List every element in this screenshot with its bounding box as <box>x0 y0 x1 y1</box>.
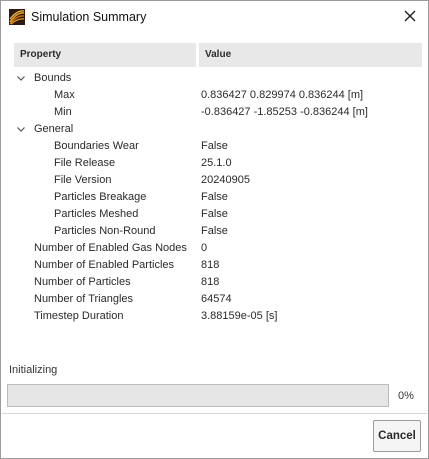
property-label: Number of Triangles <box>34 293 134 305</box>
tree-group-row[interactable]: Bounds <box>14 70 422 87</box>
status-label: Initializing <box>9 364 58 376</box>
table-body: Bounds Max 0.836427 0.829974 0.836244 [m] M… <box>14 70 422 325</box>
progress-bar <box>7 384 389 407</box>
footer-divider <box>2 413 427 414</box>
properties-table: Property Value Bounds Max 0.836427 0.82997… <box>14 43 422 325</box>
property-label: Number of Enabled Particles <box>34 259 175 271</box>
property-value: False <box>201 140 228 152</box>
table-header: Property Value <box>14 43 422 67</box>
cancel-button[interactable]: Cancel <box>373 420 421 452</box>
column-header-value[interactable]: Value <box>199 43 422 67</box>
table-row[interactable]: Boundaries Wear False <box>14 138 422 155</box>
table-row[interactable]: Particles Non-Round False <box>14 223 422 240</box>
table-row[interactable]: Number of Enabled Gas Nodes 0 <box>14 240 422 257</box>
table-row[interactable]: Number of Particles 818 <box>14 274 422 291</box>
close-icon <box>404 10 416 22</box>
table-row[interactable]: Min -0.836427 -1.85253 -0.836244 [m] <box>14 104 422 121</box>
chevron-down-icon[interactable] <box>16 70 26 87</box>
chevron-down-icon[interactable] <box>16 121 26 138</box>
property-value: 0 <box>201 242 208 254</box>
table-row[interactable]: Particles Meshed False <box>14 206 422 223</box>
property-value: 25.1.0 <box>201 157 232 169</box>
property-value: 3.88159e-05 [s] <box>201 310 278 322</box>
property-label: Timestep Duration <box>34 310 124 322</box>
table-row[interactable]: File Release 25.1.0 <box>14 155 422 172</box>
property-label: Bounds <box>34 72 72 84</box>
window-title: Simulation Summary <box>31 10 147 24</box>
property-value: 20240905 <box>201 174 250 186</box>
table-row[interactable]: Max 0.836427 0.829974 0.836244 [m] <box>14 87 422 104</box>
property-value: False <box>201 225 228 237</box>
progress-percent: 0% <box>398 390 414 402</box>
property-label: Boundaries Wear <box>54 140 139 152</box>
property-value: 818 <box>201 276 220 288</box>
property-label: Particles Breakage <box>54 191 147 203</box>
tree-group-row[interactable]: General <box>14 121 422 138</box>
table-row[interactable]: Number of Enabled Particles 818 <box>14 257 422 274</box>
title-bar: Simulation Summary <box>1 1 428 33</box>
property-label: Min <box>54 106 72 118</box>
close-button[interactable] <box>396 3 424 29</box>
property-label: Particles Non-Round <box>54 225 156 237</box>
property-label: File Release <box>54 157 116 169</box>
property-value: 818 <box>201 259 220 271</box>
property-label: Particles Meshed <box>54 208 139 220</box>
table-row[interactable]: Timestep Duration 3.88159e-05 [s] <box>14 308 422 325</box>
property-value: 0.836427 0.829974 0.836244 [m] <box>201 89 364 101</box>
column-header-property[interactable]: Property <box>14 43 196 67</box>
property-label: Max <box>54 89 75 101</box>
table-row[interactable]: File Version 20240905 <box>14 172 422 189</box>
property-value: False <box>201 208 228 220</box>
rocky-app-icon <box>9 9 25 25</box>
simulation-summary-dialog: Simulation Summary Property Value Bounds… <box>0 0 429 459</box>
table-row[interactable]: Particles Breakage False <box>14 189 422 206</box>
property-label: File Version <box>54 174 112 186</box>
property-value: False <box>201 191 228 203</box>
property-value: -0.836427 -1.85253 -0.836244 [m] <box>201 106 368 118</box>
property-label: Number of Particles <box>34 276 131 288</box>
table-row[interactable]: Number of Triangles 64574 <box>14 291 422 308</box>
property-value: 64574 <box>201 293 232 305</box>
property-label: General <box>34 123 74 135</box>
property-label: Number of Enabled Gas Nodes <box>34 242 187 254</box>
